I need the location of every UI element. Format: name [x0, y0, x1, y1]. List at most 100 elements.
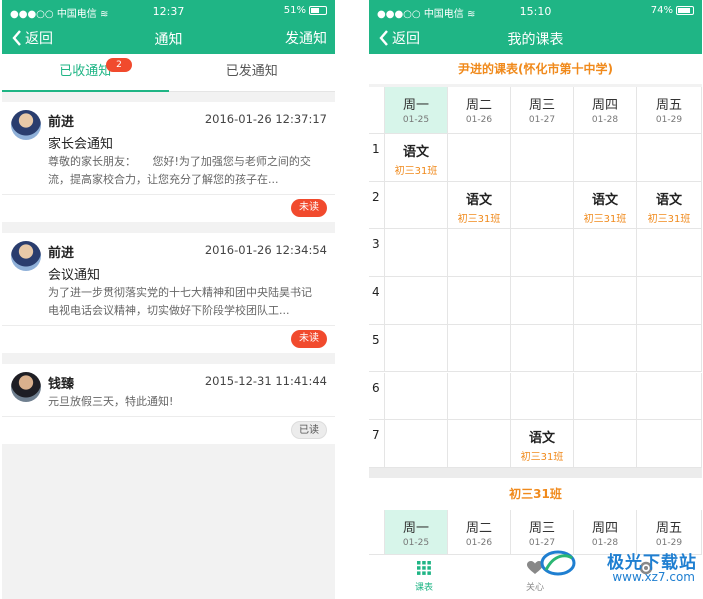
unread-count-badge: 2 [106, 58, 132, 72]
timetable-cell[interactable] [448, 324, 511, 373]
notification-card[interactable]: 钱臻 2015-12-31 11:41:44 元旦放假三天，特此通知! 已读 [2, 364, 335, 444]
class-title: 初三31班 [369, 478, 702, 510]
timetable-cell[interactable] [385, 324, 448, 373]
tab-received[interactable]: 已收通知 [2, 54, 169, 92]
day-label: 周五 [655, 521, 682, 536]
day-label: 周一 [402, 98, 429, 113]
timetable-cell[interactable] [637, 324, 702, 373]
period-number: 7 [369, 420, 385, 468]
sent-time: 2016-01-26 12:37:17 [204, 112, 327, 126]
timetable-cell[interactable] [574, 372, 637, 421]
timetable-cell[interactable] [637, 134, 702, 182]
lesson-cell[interactable]: 语文初三31班 [448, 181, 511, 230]
day-header: 周一 01-25 [385, 87, 448, 134]
day-header: 周二 01-26 [448, 87, 511, 134]
day-header: 周二 01-26 [448, 510, 511, 557]
lesson-class: 初三31班 [394, 166, 438, 177]
period-number: 4 [369, 277, 385, 325]
timetable-cell[interactable] [385, 420, 448, 468]
timetable-cell[interactable] [574, 134, 637, 182]
timetable: 周一 01-25 周二 01-26 周三 01-27 周四 01-28 周五 01-29 1 2 3 4 5… [369, 87, 702, 468]
date-label: 01-25 [402, 538, 430, 548]
send-notice-button[interactable]: 发通知 [285, 28, 327, 48]
notice-subject: 会议通知 [48, 268, 101, 283]
timetable-cell[interactable] [637, 420, 702, 468]
tab-sent[interactable]: 已发通知 [169, 54, 336, 91]
timetable-cell[interactable] [448, 372, 511, 421]
day-label: 周三 [528, 521, 555, 536]
timetable-cell[interactable] [574, 229, 637, 278]
timetable-cell[interactable] [511, 372, 574, 421]
timetable-cell[interactable] [448, 134, 511, 182]
status-badge: 已读 [291, 421, 327, 439]
nav-bar: 返回 通知 发通知 [2, 22, 335, 54]
timetable-cell[interactable] [385, 229, 448, 278]
avatar [11, 110, 41, 140]
timetable-cell[interactable] [637, 229, 702, 278]
timetable-cell[interactable] [574, 420, 637, 468]
tab-schedule[interactable]: 课表 [399, 559, 449, 593]
sent-time: 2016-01-26 12:34:54 [204, 243, 327, 257]
timetable-cell[interactable] [511, 181, 574, 230]
timetable-cell[interactable] [448, 277, 511, 325]
notification-card[interactable]: 前进 2016-01-26 12:34:54 会议通知 为了进一步贯彻落实党的十… [2, 233, 335, 353]
lesson-cell[interactable]: 语文 初三31班 [385, 134, 448, 182]
lesson-class: 初三31班 [520, 452, 564, 464]
period-number: 5 [369, 324, 385, 373]
watermark-logo-icon [540, 550, 576, 576]
lesson-subject: 语文 [465, 192, 492, 208]
battery-indicator: 74% [651, 5, 694, 16]
page-title: 我的课表 [507, 32, 564, 48]
timetable-cell[interactable] [385, 372, 448, 421]
avatar [11, 241, 41, 271]
timetable-cell[interactable] [511, 324, 574, 373]
timetable-cell[interactable] [385, 181, 448, 230]
corner-cell [369, 510, 385, 557]
lesson-cell[interactable]: 语文 初三31班 [637, 181, 702, 230]
day-label: 周五 [655, 98, 682, 113]
timetable-cell[interactable] [574, 277, 637, 325]
notice-preview: 尊敬的家长朋友： 您好!为了加强您与老师之间的交流，提高家校合力，让您充分了解您… [48, 155, 311, 186]
notification-card[interactable]: 前进 2016-01-26 12:37:17 家长会通知 尊敬的家长朋友： 您好… [2, 102, 335, 222]
notice-tabs: 已收通知 已发通知 2 [2, 54, 335, 92]
day-label: 周二 [465, 521, 492, 536]
timetable-cell[interactable] [448, 229, 511, 278]
timetable-cell[interactable] [385, 277, 448, 325]
date-label: 01-28 [591, 538, 619, 548]
timetable-cell[interactable] [448, 420, 511, 468]
timetable-cell[interactable] [637, 277, 702, 325]
lesson-cell[interactable]: 语文 初三31班 [574, 181, 637, 230]
date-label: 01-29 [655, 115, 683, 125]
date-label: 01-29 [655, 538, 683, 548]
date-label: 01-26 [465, 115, 493, 125]
battery-icon [309, 6, 327, 15]
corner-cell [369, 87, 385, 134]
day-label: 周四 [591, 98, 618, 113]
schedule-title: 尹进的课表(怀化市第十中学) [369, 54, 702, 84]
lesson-cell[interactable]: 语文 初三31班 [511, 420, 574, 468]
notice-subject: 家长会通知 [48, 137, 114, 152]
date-label: 01-27 [528, 115, 556, 125]
date-label: 01-26 [465, 538, 493, 548]
timetable-cell[interactable] [574, 324, 637, 373]
battery-icon [676, 6, 694, 15]
period-number: 3 [369, 229, 385, 278]
day-header: 周三 01-27 [511, 87, 574, 134]
sender-name: 前进 [48, 115, 75, 130]
day-header: 周一 01-25 [385, 510, 448, 557]
lesson-subject: 语文 [591, 192, 618, 208]
date-label: 01-27 [528, 538, 556, 548]
day-header: 周五 01-29 [637, 87, 702, 134]
date-label: 01-25 [402, 115, 430, 125]
period-number: 1 [369, 134, 385, 182]
status-badge: 未读 [291, 330, 327, 348]
day-header: 周四 01-28 [574, 87, 637, 134]
timetable-cell[interactable] [637, 372, 702, 421]
period-number: 6 [369, 372, 385, 421]
timetable-cell[interactable] [511, 229, 574, 278]
lesson-class: 初三31班 [457, 213, 501, 225]
notifications-screen: ●●●○○ 中国电信 ≋ 12:37 51% 返回 通知 发通知 已收通知 已发… [2, 0, 335, 599]
timetable-cell[interactable] [511, 277, 574, 325]
grid-icon [399, 559, 449, 577]
timetable-cell[interactable] [511, 134, 574, 182]
